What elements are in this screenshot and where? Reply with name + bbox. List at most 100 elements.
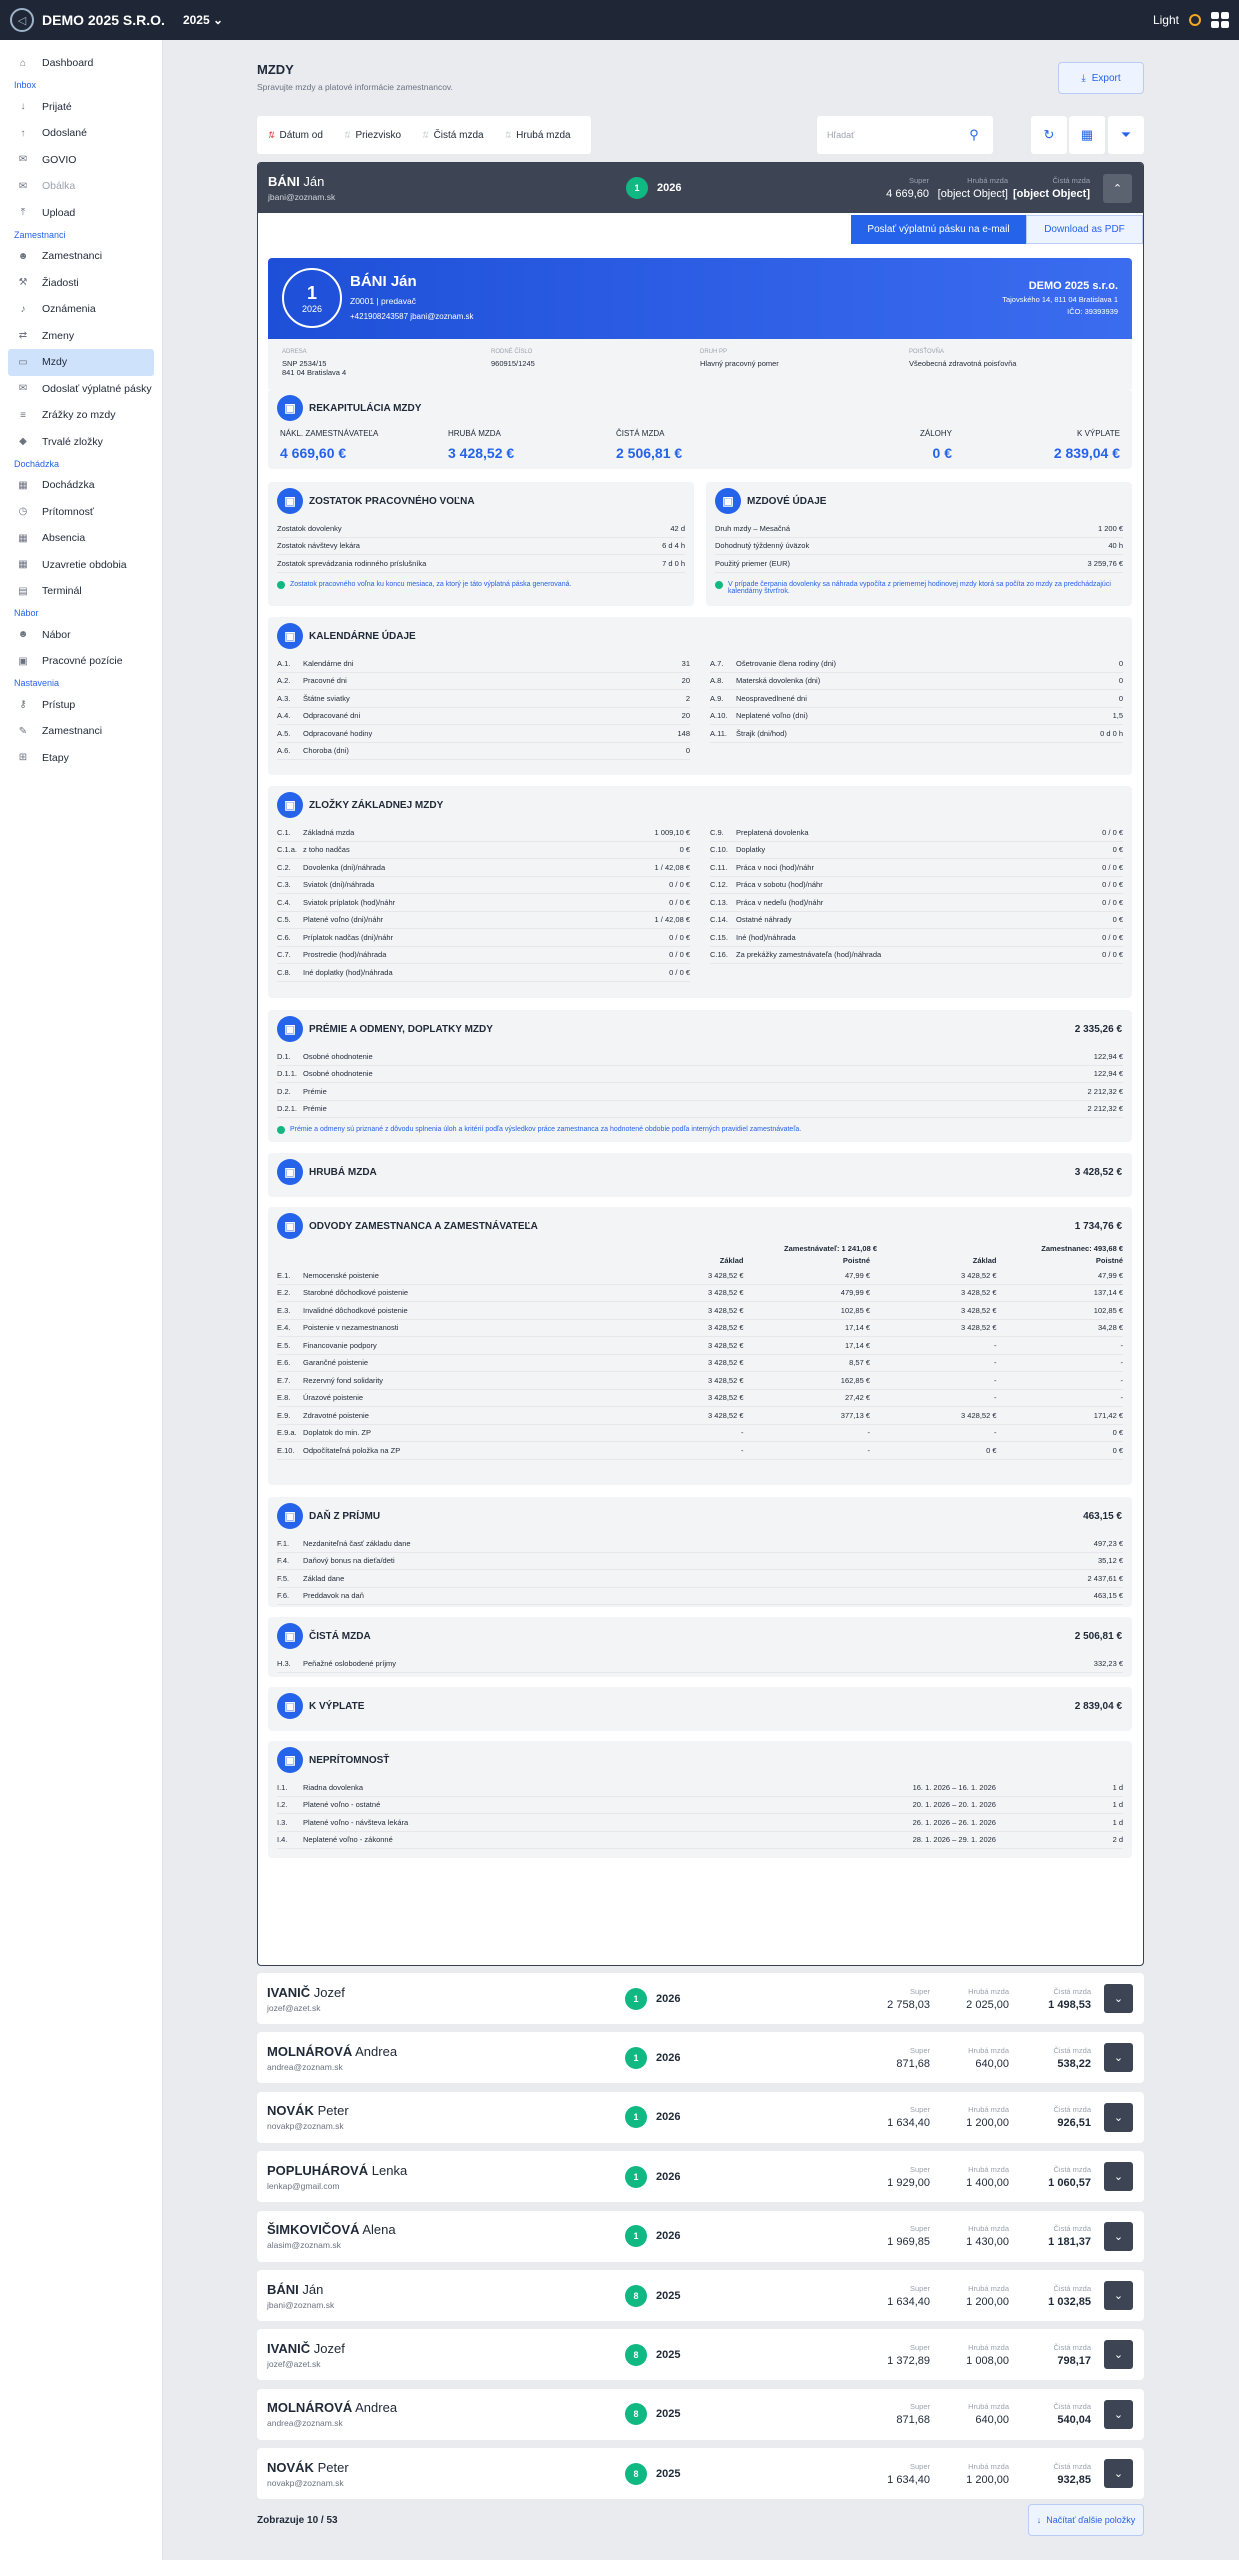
sidebar-item[interactable]: ⊞ Etapy [0,745,154,772]
sidebar-item[interactable]: ◆ Trvalé zložky [0,429,154,456]
expand-chevron-down-icon[interactable]: ⌄ [1104,2459,1133,2489]
sort-date-from[interactable]: ⇅ Dátum od [267,130,323,141]
expand-chevron-down-icon[interactable]: ⌄ [1104,2281,1133,2310]
sidebar-item[interactable]: ⌂ Dashboard [0,50,154,77]
payroll-card[interactable]: IVANIČ Jozef jozef@azet.sk 8 2025 Super 1 3… [257,2329,1144,2381]
label: Hrubá mzda [967,176,1008,185]
expand-chevron-down-icon[interactable]: ⌄ [1104,1984,1133,2013]
sidebar-item[interactable]: ✎ Zamestnanci [0,718,154,745]
cell: 0 / 0 € [669,880,690,890]
sidebar-item[interactable]: ♪ Oznámenia [0,296,154,323]
sort-gross[interactable]: ⇅ Hrubá mzda [504,130,571,141]
lock-calendar-icon: ▦ [18,559,28,571]
expand-chevron-down-icon[interactable]: ⌄ [1104,2340,1133,2370]
send-payslip-email-button[interactable]: Poslať výplatnú pásku na e-mail [851,215,1026,244]
payroll-card[interactable]: BÁNI Ján jbani@zoznam.sk 8 2025 Super 1 634… [257,2270,1144,2321]
cell: Kalendárne dni [303,658,354,668]
cell: Platené voľno - návšteva lekára [303,1817,409,1827]
sidebar-item[interactable]: ↑ Odoslané [0,120,154,147]
table-row: C.3. Sviatok (dni)/náhrada 0 / 0 € [277,877,690,894]
payroll-card-header[interactable]: BÁNI Ján jbani@zoznam.sk 1 2026 Super 4 6… [258,163,1143,213]
sidebar-item[interactable]: ◷ Prítomnosť [0,499,154,526]
expand-chevron-down-icon[interactable]: ⌄ [1104,2102,1133,2132]
apps-grid-icon[interactable] [1211,12,1229,28]
cell: C.10. [710,845,728,855]
expand-chevron-down-icon[interactable]: ⌄ [1104,2221,1133,2251]
value: 1 181,37 [1048,2236,1091,2249]
sidebar-item[interactable]: ≡ Zrážky zo mzdy [0,402,154,429]
cell: 148 [677,728,690,738]
employee-email: lenkap@gmail.com [267,2180,340,2191]
sidebar-item[interactable]: ▦ Uzavretie obdobia [0,552,154,579]
super-value: Super 2 758,03 [887,1987,930,2011]
expand-chevron-down-icon[interactable]: ⌄ [1104,2399,1133,2429]
app-logo-icon[interactable]: ◁ [10,8,34,32]
rows: F.1. Nezdaniteľná časť základu dane 497,23… [268,1529,1132,1609]
sidebar-item[interactable]: ▭ Mzdy [8,349,154,376]
cell: Odpočítateľná položka na ZP [303,1445,401,1455]
info-field: ADRESA SNP 2534/15 841 04 Bratislava 4 [282,349,491,379]
load-more-button[interactable]: ↓ Načítať ďalšie položky [1028,2504,1144,2536]
year-selector[interactable]: 2025 ⌄ [183,13,223,27]
month-badge: 8 [625,2343,647,2366]
label: Čistá mzda [1053,2461,1091,2471]
payroll-card[interactable]: IVANIČ Jozef jozef@azet.sk 1 2026 Super 2 7… [257,1973,1144,2024]
sidebar-item[interactable]: ☻ Nábor [0,622,154,649]
employer-total: Zamestnávateľ: 1 241,08 € [784,1243,877,1253]
cell: 0 € [1112,1445,1123,1455]
recap-value: 4 669,60 € [280,445,347,461]
section-title: REKAPITULÁCIA MZDY [309,402,422,414]
payroll-card[interactable]: NOVÁK Peter novakp@zoznam.sk 8 2025 Super 1… [257,2448,1144,2500]
cell: - [994,1375,997,1385]
shield-icon: ▣ [277,1213,303,1239]
table-row: C.16. Za prekážky zamestnávateľa (hod)/ná… [710,947,1123,964]
download-pdf-button[interactable]: Download as PDF [1026,215,1143,244]
sidebar-item[interactable]: ▤ Terminál [0,578,154,605]
info-note: Zostatok pracovného voľna ku koncu mesia… [268,577,694,593]
search-input[interactable]: Hľadať ⚲ [817,116,993,154]
period-circle: 1 2026 [282,268,342,328]
theme-toggle-icon[interactable] [1189,14,1201,26]
payroll-card[interactable]: NOVÁK Peter novakp@zoznam.sk 1 2026 Super 1… [257,2091,1144,2143]
payroll-card[interactable]: POPLUHÁROVÁ Lenka lenkap@gmail.com 1 2026 … [257,2151,1144,2203]
cell: 3 428,52 € [708,1340,744,1350]
sidebar-item[interactable]: ⇄ Zmeny [0,323,154,350]
sidebar-item[interactable]: ▦ Absencia [0,525,154,552]
sort-net[interactable]: ⇅ Čistá mzda [421,130,484,141]
cell: C.12. [710,880,728,890]
cell: Choroba (dni) [303,746,349,756]
sidebar-item[interactable]: ✉ GOVIO [0,147,154,174]
cell: C.11. [710,862,728,872]
table-row: A.7. Ošetrovanie člena rodiny (dni) 0 [710,655,1123,673]
filter-icon[interactable]: ⏷ [1108,116,1144,154]
search-icon[interactable]: ⚲ [955,116,993,154]
sidebar-item[interactable]: ✉ Obálka [0,173,154,200]
bell-icon: ♪ [20,303,26,315]
export-button[interactable]: ⤓ Export [1058,62,1144,94]
sidebar-item[interactable]: ⚒ Žiadosti [0,270,154,297]
gross-value: Hrubá mzda 1 200,00 [966,2105,1009,2129]
sidebar-item[interactable]: ▦ Dochádzka [0,472,154,499]
expand-chevron-down-icon[interactable]: ⌄ [1104,2043,1133,2073]
collapse-chevron-up-icon[interactable]: ⌃ [1103,173,1132,203]
payroll-card[interactable]: MOLNÁROVÁ Andrea andrea@zoznam.sk 1 2026 S… [257,2032,1144,2084]
sidebar-item-label: Prijaté [42,100,72,113]
sort-surname[interactable]: ⇅ Priezvisko [343,130,401,141]
table-row: E.1. Nemocenské poistenie 3 428,52 € 47,99 … [277,1267,1123,1285]
sidebar-item[interactable]: ⚷ Prístup [0,692,154,719]
refresh-icon[interactable]: ↻ [1031,116,1067,154]
payroll-card[interactable]: ŠIMKOVIČOVÁ Alena alasim@zoznam.sk 1 2026 … [257,2210,1144,2262]
levy-col-headers: Základ Poistné Základ Poistné [268,1253,1132,1267]
cell: 0 / 0 € [1102,950,1123,960]
payroll-card[interactable]: MOLNÁROVÁ Andrea andrea@zoznam.sk 8 2025 S… [257,2388,1144,2440]
sidebar-item[interactable]: ☻ Zamestnanci [0,243,154,270]
sidebar-item[interactable]: ↓ Prijaté [0,94,154,121]
sidebar-item[interactable]: ⤒ Upload [0,200,154,227]
table-view-icon[interactable]: ▦ [1069,116,1105,154]
sidebar-item[interactable]: ✉ Odoslať výplatné pásky [0,376,154,403]
super-value: Super 871,68 [896,2402,930,2426]
expand-chevron-down-icon[interactable]: ⌄ [1104,2162,1133,2192]
cell: 2 212,32 € [1087,1104,1123,1114]
sidebar-item[interactable]: ▣ Pracovné pozície [0,648,154,675]
col-left: A.1. Kalendárne dni 31 A.2. Pracovné dni 20 A.… [277,655,690,760]
